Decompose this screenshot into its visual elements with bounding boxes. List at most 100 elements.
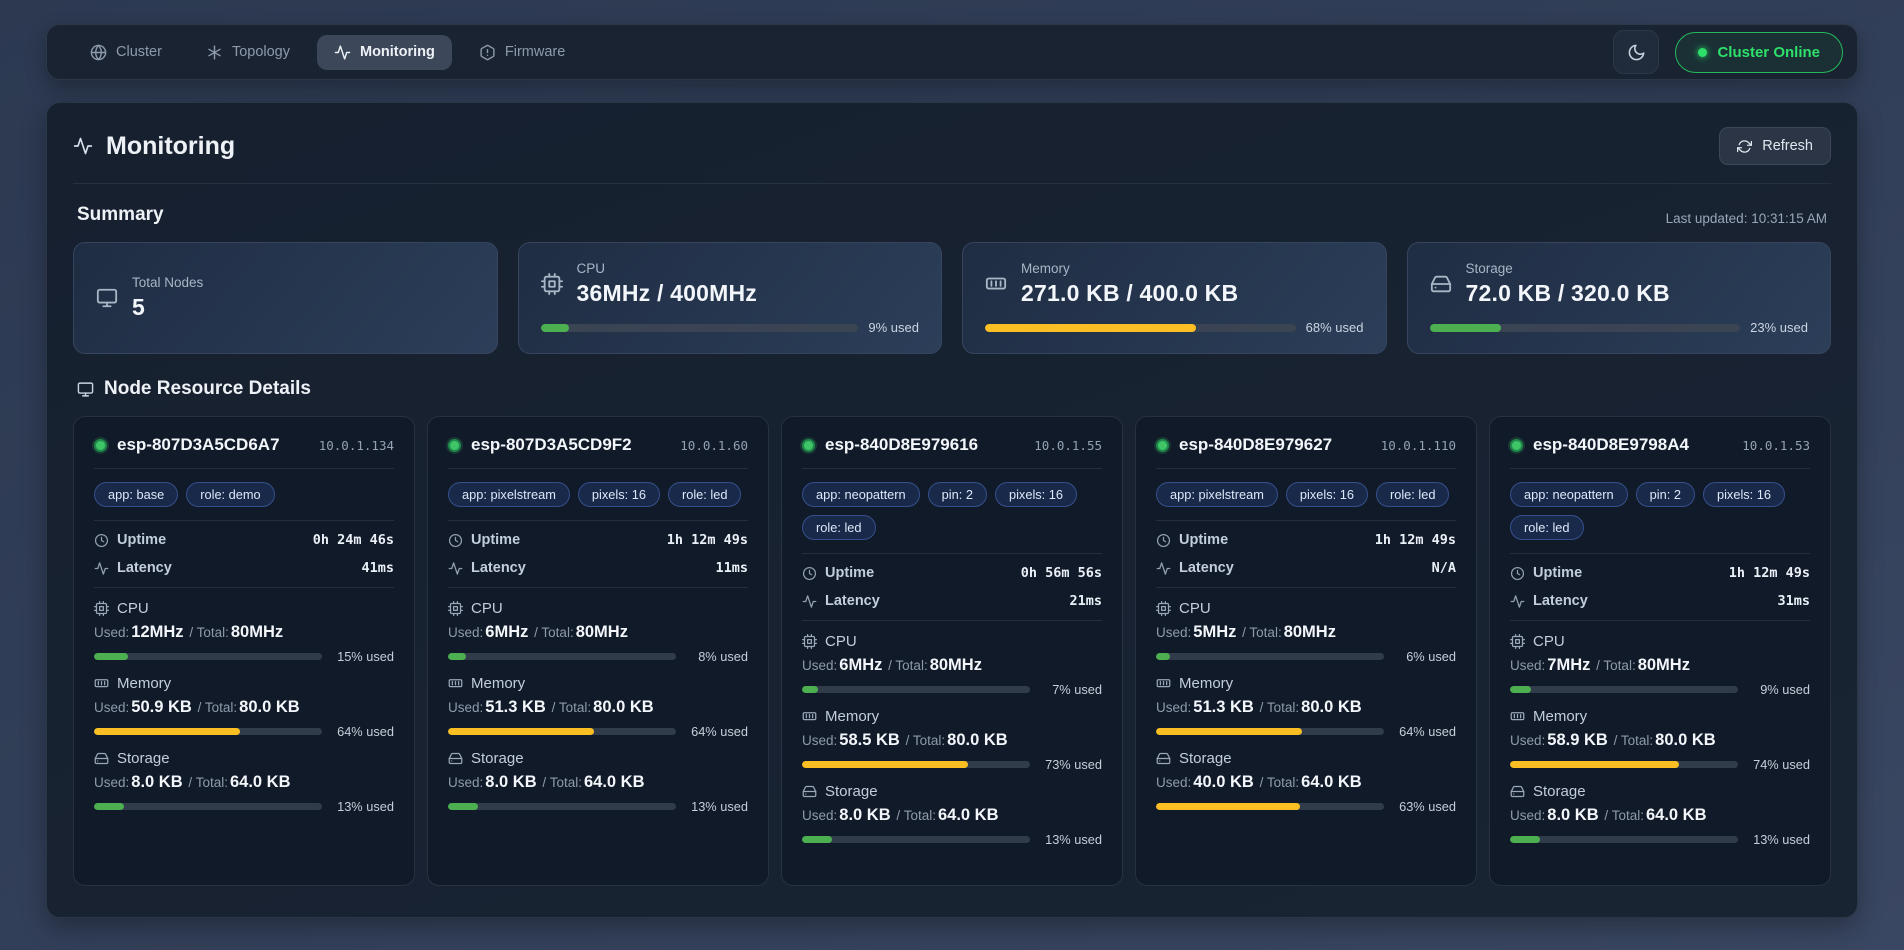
progress-row: 23% used <box>1430 320 1809 335</box>
activity-icon <box>1510 594 1525 609</box>
online-status-dot <box>1156 439 1169 452</box>
memory-values: Used:51.3 KB / Total:80.0 KB <box>448 698 748 717</box>
node-ip: 10.0.1.53 <box>1742 438 1810 453</box>
cpu-metric: CPU Used:7MHz / Total:80MHz 9% used <box>1510 633 1810 697</box>
globe-icon <box>90 44 107 61</box>
tag-list: app: baserole: demo <box>94 469 394 521</box>
tab-topology[interactable]: Topology <box>189 35 307 70</box>
progress-bar <box>1156 803 1384 810</box>
tab-monitoring[interactable]: Monitoring <box>317 35 452 70</box>
node-metrics: CPU Used:12MHz / Total:80MHz 15% used Me… <box>94 588 394 814</box>
latency-label: Latency <box>448 560 526 576</box>
latency-row: Latency 11ms <box>448 560 748 576</box>
cpu-metric: CPU Used:12MHz / Total:80MHz 15% used <box>94 600 394 664</box>
tag-badge: pin: 2 <box>928 482 987 507</box>
moon-icon <box>1627 43 1646 62</box>
refresh-label: Refresh <box>1762 138 1813 154</box>
summary-grid: Total Nodes 5 CPU 36MHz / 400MHz 9% used <box>73 242 1831 354</box>
panel-header: Monitoring Refresh <box>73 127 1831 184</box>
cpu-metric: CPU Used:5MHz / Total:80MHz 6% used <box>1156 600 1456 664</box>
storage-values: Used:8.0 KB / Total:64.0 KB <box>448 773 748 792</box>
tag-badge: pixels: 16 <box>578 482 660 507</box>
progress-row: 15% used <box>94 649 394 664</box>
tag-badge: app: pixelstream <box>448 482 570 507</box>
node-ip: 10.0.1.110 <box>1381 438 1456 453</box>
progress-bar <box>1430 324 1741 332</box>
percent-label: 6% used <box>1394 649 1456 664</box>
progress-row: 13% used <box>94 799 394 814</box>
memory-metric: Memory Used:58.9 KB / Total:80.0 KB 74% … <box>1510 708 1810 772</box>
cpu-icon <box>94 601 109 616</box>
tag-badge: app: base <box>94 482 178 507</box>
node-card-header: esp-807D3A5CD9F2 10.0.1.60 <box>448 435 748 469</box>
tab-label: Monitoring <box>360 44 435 60</box>
progress-row: 64% used <box>448 724 748 739</box>
cpu-metric-label: CPU <box>448 600 748 617</box>
node-name: esp-840D8E979616 <box>825 435 978 455</box>
node-metrics: CPU Used:7MHz / Total:80MHz 9% used Memo… <box>1510 621 1810 847</box>
tab-cluster[interactable]: Cluster <box>73 35 179 70</box>
summary-header: Summary Last updated: 10:31:15 AM <box>77 204 1827 226</box>
cpu-icon <box>1156 601 1171 616</box>
tag-badge: pixels: 16 <box>1703 482 1785 507</box>
tag-badge: app: pixelstream <box>1156 482 1278 507</box>
progress-row: 74% used <box>1510 757 1810 772</box>
uptime-label: Uptime <box>448 532 520 548</box>
memory-metric: Memory Used:58.5 KB / Total:80.0 KB 73% … <box>802 708 1102 772</box>
percent-label: 64% used <box>686 724 748 739</box>
latency-row: Latency 31ms <box>1510 593 1810 609</box>
hard-drive-icon <box>1430 273 1452 295</box>
memory-icon <box>985 273 1007 295</box>
node-card: esp-840D8E979616 10.0.1.55 app: neopatte… <box>781 416 1123 886</box>
summary-card-memory: Memory 271.0 KB / 400.0 KB 68% used <box>962 242 1387 354</box>
uptime-row: Uptime 1h 12m 49s <box>1156 532 1456 548</box>
hard-drive-icon <box>1156 751 1171 766</box>
clock-icon <box>1510 566 1525 581</box>
cpu-values: Used:6MHz / Total:80MHz <box>802 656 1102 675</box>
storage-values: Used:8.0 KB / Total:64.0 KB <box>1510 806 1810 825</box>
uptime-row: Uptime 0h 24m 46s <box>94 532 394 548</box>
hard-drive-icon <box>1510 784 1525 799</box>
last-updated: Last updated: 10:31:15 AM <box>1666 211 1827 226</box>
cpu-icon <box>541 273 563 295</box>
memory-metric-label: Memory <box>802 708 1102 725</box>
memory-metric-label: Memory <box>1510 708 1810 725</box>
progress-row: 68% used <box>985 320 1364 335</box>
hexagon-alert-icon <box>479 44 496 61</box>
progress-bar <box>802 836 1030 843</box>
card-label: CPU <box>577 261 757 276</box>
hard-drive-icon <box>802 784 817 799</box>
percent-label: 74% used <box>1748 757 1810 772</box>
tab-firmware[interactable]: Firmware <box>462 35 582 70</box>
percent-label: 15% used <box>332 649 394 664</box>
cpu-icon <box>802 634 817 649</box>
progress-row: 63% used <box>1156 799 1456 814</box>
monitor-icon <box>77 381 94 398</box>
refresh-button[interactable]: Refresh <box>1719 127 1831 165</box>
cpu-metric: CPU Used:6MHz / Total:80MHz 8% used <box>448 600 748 664</box>
uptime-label: Uptime <box>94 532 166 548</box>
storage-values: Used:8.0 KB / Total:64.0 KB <box>94 773 394 792</box>
cluster-status-pill[interactable]: Cluster Online <box>1675 32 1843 73</box>
node-stats-rows: Uptime 1h 12m 49s Latency N/A <box>1156 521 1456 588</box>
uptime-value: 1h 12m 49s <box>1729 565 1810 581</box>
latency-label: Latency <box>1156 560 1234 576</box>
memory-icon <box>1510 709 1525 724</box>
storage-metric-label: Storage <box>1510 783 1810 800</box>
uptime-row: Uptime 1h 12m 49s <box>1510 565 1810 581</box>
progress-bar <box>1156 728 1384 735</box>
node-name: esp-840D8E9798A4 <box>1533 435 1689 455</box>
percent-label: 8% used <box>686 649 748 664</box>
memory-metric-label: Memory <box>94 675 394 692</box>
progress-bar <box>1156 653 1384 660</box>
memory-metric: Memory Used:51.3 KB / Total:80.0 KB 64% … <box>448 675 748 739</box>
storage-metric-label: Storage <box>802 783 1102 800</box>
theme-toggle-button[interactable] <box>1613 30 1659 74</box>
progress-bar <box>448 728 676 735</box>
node-stats-rows: Uptime 0h 24m 46s Latency 41ms <box>94 521 394 588</box>
progress-row: 13% used <box>1510 832 1810 847</box>
nav-right: Cluster Online <box>1613 30 1843 74</box>
progress-row: 13% used <box>802 832 1102 847</box>
cpu-metric-label: CPU <box>1510 633 1810 650</box>
memory-values: Used:50.9 KB / Total:80.0 KB <box>94 698 394 717</box>
